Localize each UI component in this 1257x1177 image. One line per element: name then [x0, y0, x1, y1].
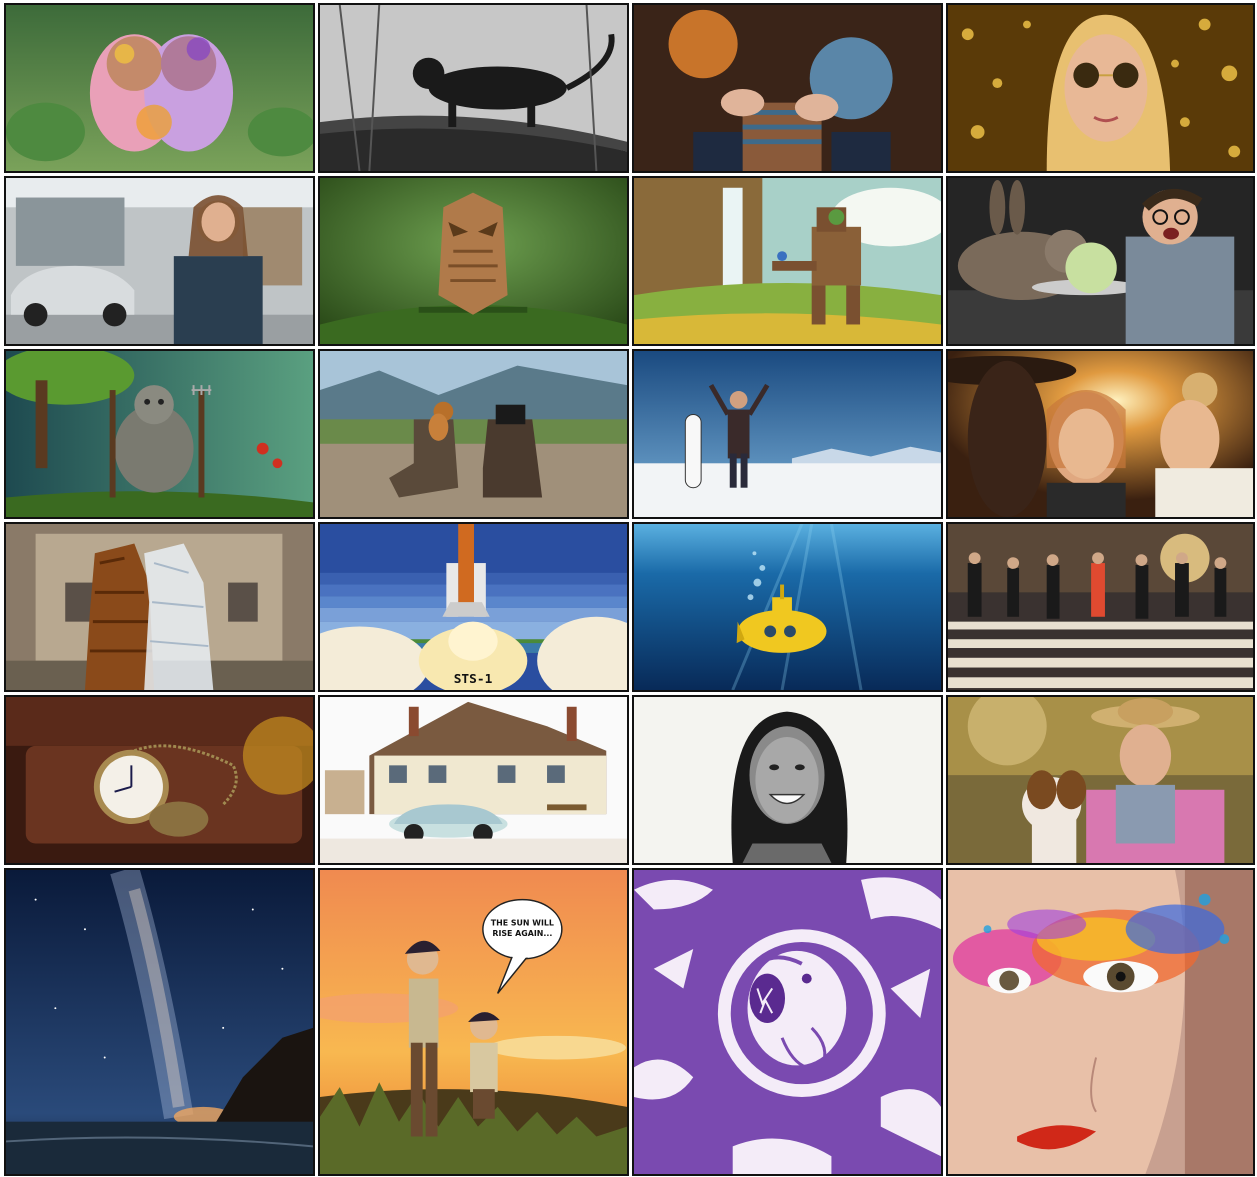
tile-holi-friends[interactable]	[4, 3, 315, 173]
tile-mechanic-woman-garage[interactable]	[4, 176, 315, 346]
crosswalk-image	[948, 524, 1253, 690]
tile-wood-crystal-figures[interactable]	[4, 522, 315, 692]
tile-knitting-hands[interactable]	[632, 3, 943, 173]
shuttle-image: STS-1	[320, 524, 627, 690]
tile-stone-golem-garden[interactable]	[4, 349, 315, 519]
anime-sunset-image: THE SUN WILL RISE AGAIN...	[320, 870, 627, 1174]
eye-makeup-image	[948, 870, 1253, 1174]
tile-woman-dog-hat[interactable]	[946, 695, 1255, 865]
tile-colorful-eye-makeup[interactable]	[946, 868, 1255, 1176]
knitting-image	[634, 5, 941, 171]
speech-bubble-line1: THE SUN WILL	[491, 918, 554, 927]
pub-car-image	[320, 697, 627, 863]
tile-squirrel-boots[interactable]	[318, 349, 629, 519]
sunglasses-woman-image	[948, 5, 1253, 171]
friends-sunset-image	[948, 351, 1253, 517]
tile-pub-car-watercolor[interactable]	[318, 695, 629, 865]
image-grid: STS-1 THE SUN WILL RISE AGAIN...	[0, 0, 1257, 1177]
golem-image	[6, 351, 313, 517]
submarine-image	[634, 524, 941, 690]
rabbit-image	[948, 178, 1253, 344]
speech-bubble-line2: RISE AGAIN...	[492, 929, 552, 938]
tile-milky-way-coast[interactable]	[4, 868, 315, 1176]
lion-image	[634, 870, 941, 1174]
panther-image	[320, 5, 627, 171]
tile-anime-sunset-boys[interactable]: THE SUN WILL RISE AGAIN...	[318, 868, 629, 1176]
shuttle-label: STS-1	[454, 672, 493, 687]
tile-robot-waterfall[interactable]	[632, 176, 943, 346]
tile-smiling-woman-sketch[interactable]	[632, 695, 943, 865]
tile-black-panther-sketch[interactable]	[318, 3, 629, 173]
woman-sketch-image	[634, 697, 941, 863]
tile-pocket-watch[interactable]	[4, 695, 315, 865]
holi-friends-image	[6, 5, 313, 171]
tile-lion-purple-pattern[interactable]	[632, 868, 943, 1176]
woman-dog-image	[948, 697, 1253, 863]
robot-waterfall-image	[634, 178, 941, 344]
tile-origami-owl[interactable]	[318, 176, 629, 346]
tile-friends-sunset[interactable]	[946, 349, 1255, 519]
milky-way-image	[6, 870, 313, 1174]
owl-image	[320, 178, 627, 344]
squirrel-boots-image	[320, 351, 627, 517]
wood-crystal-image	[6, 524, 313, 690]
tile-snowboarder-mountain[interactable]	[632, 349, 943, 519]
tile-yellow-submarine[interactable]	[632, 522, 943, 692]
tile-rabbit-cabbage-man[interactable]	[946, 176, 1255, 346]
tile-street-crosswalk[interactable]	[946, 522, 1255, 692]
tile-space-shuttle-pixel[interactable]: STS-1	[318, 522, 629, 692]
snowboarder-image	[634, 351, 941, 517]
pocket-watch-image	[6, 697, 313, 863]
tile-woman-sunglasses-gold[interactable]	[946, 3, 1255, 173]
mechanic-image	[6, 178, 313, 344]
